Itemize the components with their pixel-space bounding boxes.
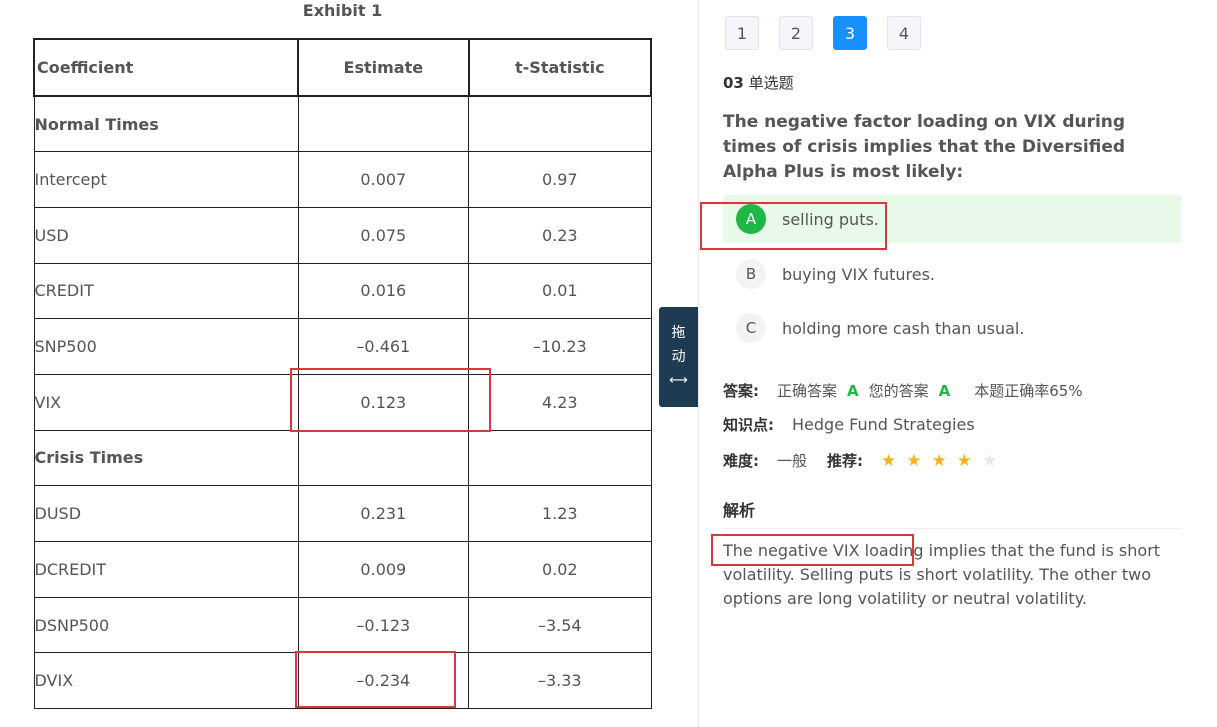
difficulty-value: 一般: [777, 452, 808, 470]
question-number: 03: [723, 74, 744, 92]
option-text: holding more cash than usual.: [782, 318, 1025, 338]
difficulty-label: 难度:: [723, 452, 759, 470]
coef-estimate: 0.016: [297, 262, 470, 320]
analysis-text: The negative VIX loading implies that th…: [723, 541, 1161, 608]
star-icon: ★: [931, 450, 947, 471]
drag-handle[interactable]: 拖 动 ⟷: [659, 307, 698, 407]
recommend-label: 推荐:: [827, 452, 864, 470]
your-answer-value: A: [938, 381, 951, 400]
knowledge-row: 知识点: Hedge Fund Strategies: [723, 414, 975, 435]
coef-tstat: 0.23: [468, 206, 652, 264]
option-text: buying VIX futures.: [782, 264, 935, 284]
coef-estimate: 0.007: [297, 151, 470, 208]
coef-name: SNP500: [33, 318, 299, 375]
coef-estimate: 0.231: [297, 485, 470, 542]
table-row: DUSD 0.231 1.23: [33, 485, 652, 542]
coef-tstat: 0.01: [468, 262, 652, 320]
coef-name: DSNP500: [33, 596, 299, 654]
question-type: 03 单选题: [723, 72, 794, 93]
coef-estimate: –0.234: [297, 652, 470, 710]
exhibit-title: Exhibit 1: [302, 1, 383, 20]
coef-tstat: 0.97: [468, 151, 652, 208]
star-icon: ★: [956, 450, 973, 471]
knowledge-label: 知识点:: [723, 416, 774, 434]
coef-tstat: 0.02: [468, 541, 652, 598]
rating-stars: ★ ★ ★ ★ ★: [881, 451, 1007, 471]
knowledge-value: Hedge Fund Strategies: [792, 415, 975, 434]
page-button-1[interactable]: 1: [725, 16, 759, 50]
option-text: selling puts.: [782, 209, 879, 229]
coef-name: CREDIT: [33, 262, 299, 320]
coef-estimate: 0.009: [297, 541, 470, 598]
page-button-3[interactable]: 3: [833, 16, 867, 50]
analysis-title: 解析: [723, 497, 1182, 529]
option-letter: B: [736, 259, 766, 289]
coef-name: VIX: [33, 373, 299, 431]
section-row-crisis: Crisis Times: [33, 429, 652, 487]
coefficient-table: Coefficient Estimate t-Statistic Normal …: [32, 38, 653, 710]
table-row: SNP500 –0.461 –10.23: [33, 318, 652, 375]
coef-tstat: 4.23: [468, 373, 652, 431]
coef-name: DVIX: [33, 652, 299, 710]
accuracy-rate: 本题正确率65%: [974, 382, 1083, 400]
table-row: DSNP500 –0.123 –3.54: [33, 596, 652, 654]
option-c[interactable]: C holding more cash than usual.: [723, 304, 1182, 352]
coef-tstat: –3.33: [468, 652, 652, 710]
question-text: The negative factor loading on VIX durin…: [723, 112, 1126, 182]
drag-handle-label: 拖: [671, 325, 686, 341]
table-row: Intercept 0.007 0.97: [33, 151, 652, 208]
option-letter: C: [736, 313, 766, 343]
your-answer-label: 您的答案: [868, 382, 929, 400]
section-label: Crisis Times: [33, 429, 299, 487]
answer-row: 答案: 正确答案 A 您的答案 A 本题正确率65%: [723, 380, 1083, 401]
coef-estimate: –0.123: [297, 596, 470, 654]
table-row: CREDIT 0.016 0.01: [33, 262, 652, 320]
coef-name: USD: [33, 206, 299, 264]
column-header-estimate: Estimate: [297, 38, 470, 97]
option-a[interactable]: A selling puts.: [723, 195, 1182, 243]
column-header-coefficient: Coefficient: [32, 38, 300, 97]
question-pagination: 1 2 3 4: [725, 16, 921, 50]
coef-tstat: –3.54: [468, 596, 652, 654]
answer-label: 答案:: [723, 382, 759, 400]
star-icon: ★: [906, 450, 922, 471]
option-b[interactable]: B buying VIX futures.: [723, 250, 1182, 298]
section-label: Normal Times: [33, 95, 299, 153]
correct-answer-value: A: [847, 381, 859, 400]
table-header-row: Coefficient Estimate t-Statistic: [32, 38, 653, 97]
star-icon: ★: [881, 450, 897, 471]
difficulty-row: 难度: 一般 推荐: ★ ★ ★ ★ ★: [723, 450, 1007, 471]
question-type-label: 单选题: [748, 74, 794, 92]
coef-name: DUSD: [33, 485, 299, 542]
section-row-normal: Normal Times: [33, 95, 652, 153]
table-row: DCREDIT 0.009 0.02: [33, 541, 652, 598]
table-row: DVIX –0.234 –3.33: [33, 652, 652, 710]
question-panel: 1 2 3 4 03 单选题 The negative factor loadi…: [699, 0, 1217, 727]
page-button-4[interactable]: 4: [887, 16, 921, 50]
option-letter: A: [736, 204, 766, 234]
table-row: USD 0.075 0.23: [33, 206, 652, 264]
page-button-2[interactable]: 2: [779, 16, 813, 50]
drag-handle-label: 动: [671, 349, 686, 365]
star-icon: ★: [982, 450, 998, 471]
column-header-tstat: t-Statistic: [467, 38, 653, 97]
coef-name: Intercept: [33, 151, 299, 208]
correct-answer-label: 正确答案: [777, 382, 838, 400]
resize-arrows-icon: ⟷: [669, 373, 688, 388]
coef-tstat: –10.23: [468, 318, 652, 375]
exhibit-panel: Exhibit 1 Coefficient Estimate t-Statist…: [0, 0, 698, 727]
table-row: VIX 0.123 4.23: [33, 373, 652, 431]
coef-tstat: 1.23: [468, 485, 652, 542]
coef-estimate: 0.075: [297, 206, 470, 264]
coef-name: DCREDIT: [33, 541, 299, 598]
coef-estimate: –0.461: [297, 318, 470, 375]
coef-estimate: 0.123: [297, 373, 470, 431]
